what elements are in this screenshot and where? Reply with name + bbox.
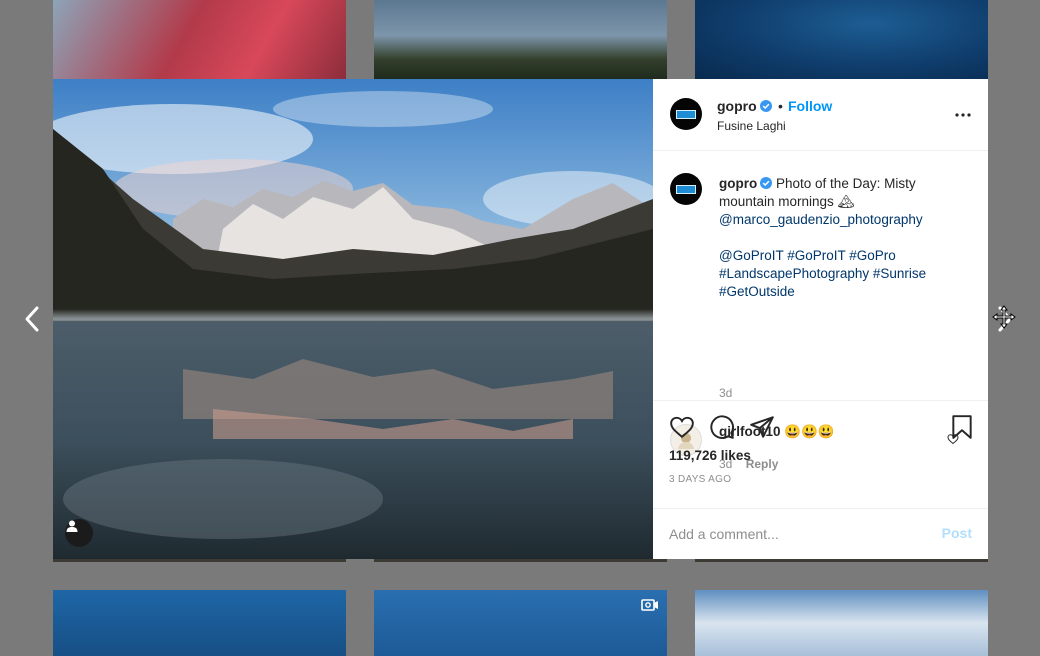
avatar[interactable]: [670, 98, 702, 130]
user-tag-button[interactable]: [65, 519, 93, 547]
grid-thumbnail-edge: [53, 559, 346, 562]
caption-avatar[interactable]: [670, 173, 702, 205]
username-text: gopro: [717, 98, 757, 114]
gopro-logo-icon: [676, 109, 696, 119]
user-tag-icon: [66, 520, 78, 532]
grid-thumbnail-edge: [374, 559, 667, 562]
separator-dot: •: [778, 98, 783, 114]
move-cursor-icon: [992, 305, 1016, 329]
caption: gopro Photo of the Day: Misty mountain m…: [719, 175, 969, 301]
grid-thumbnail[interactable]: [53, 0, 346, 79]
video-icon: [641, 599, 658, 611]
username-link[interactable]: gopro: [717, 98, 772, 114]
add-comment-form: Post: [653, 509, 988, 559]
more-options-icon[interactable]: [954, 106, 972, 124]
chevron-left-icon[interactable]: [22, 304, 42, 334]
verified-badge-icon: [759, 100, 772, 112]
grid-thumbnail-edge: [695, 559, 988, 562]
caption-username[interactable]: gopro: [719, 176, 757, 191]
follow-button[interactable]: Follow: [788, 98, 832, 114]
post-button[interactable]: Post: [942, 525, 972, 541]
grid-thumbnail[interactable]: [695, 590, 988, 656]
caption-timestamp: 3d: [719, 386, 733, 400]
heart-icon[interactable]: [669, 414, 695, 440]
post-date: 3 DAYS AGO: [669, 474, 732, 485]
bookmark-icon[interactable]: [949, 414, 975, 440]
post-actions: 119,726 likes 3 DAYS AGO: [653, 401, 988, 509]
comment-icon[interactable]: [709, 414, 735, 440]
comments-section: gopro Photo of the Day: Misty mountain m…: [653, 151, 988, 471]
post-header: gopro • Follow Fusine Laghi: [653, 79, 988, 151]
grid-thumbnail[interactable]: [53, 590, 346, 656]
caption-mention[interactable]: @marco_gaudenzio_photography: [719, 212, 923, 227]
gopro-logo-icon: [676, 184, 696, 194]
grid-thumbnail[interactable]: [695, 0, 988, 79]
verified-badge-icon: [760, 177, 773, 189]
grid-thumbnail[interactable]: [374, 590, 667, 656]
caption-hashtags[interactable]: @GoProIT #GoProIT #GoPro #LandscapePhoto…: [719, 248, 926, 299]
post-details-panel: gopro • Follow Fusine Laghi gopro Photo …: [653, 79, 988, 559]
likes-count[interactable]: 119,726 likes: [669, 448, 751, 463]
grid-thumbnail[interactable]: [374, 0, 667, 79]
landscape-photo: [53, 79, 653, 559]
location-link[interactable]: Fusine Laghi: [717, 119, 786, 133]
post-photo[interactable]: [53, 79, 653, 559]
share-icon[interactable]: [749, 414, 775, 440]
post-modal: gopro • Follow Fusine Laghi gopro Photo …: [53, 79, 988, 559]
comment-input[interactable]: [669, 522, 919, 546]
